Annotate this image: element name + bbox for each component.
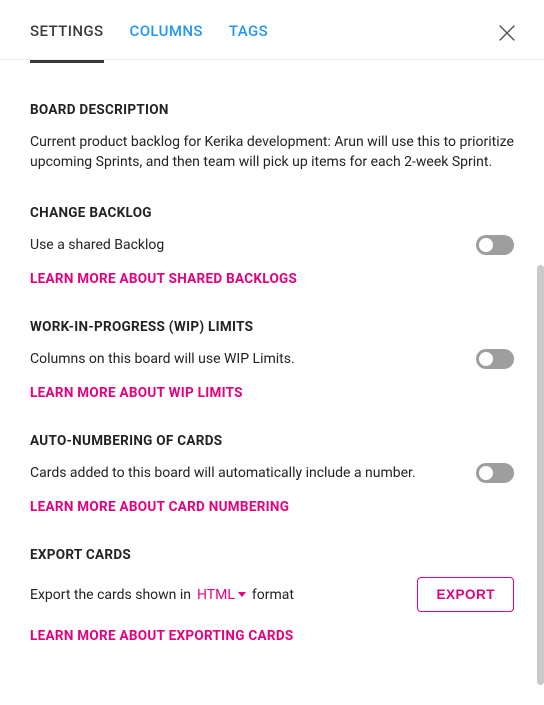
scrollbar-thumb[interactable] — [537, 265, 544, 685]
tab-columns[interactable]: COLUMNS — [130, 22, 203, 63]
shared-backlog-label: Use a shared Backlog — [30, 235, 460, 255]
export-format-row: Export the cards shown in HTML format — [30, 587, 294, 603]
close-button[interactable] — [496, 22, 518, 44]
chevron-down-icon — [238, 592, 246, 597]
wip-limits-toggle[interactable] — [476, 349, 514, 369]
section-wip-limits: WORK-IN-PROGRESS (WIP) LIMITS Columns on… — [30, 287, 514, 401]
panel-header: SETTINGS COLUMNS TAGS — [0, 0, 544, 60]
learn-more-wip-limits[interactable]: LEARN MORE ABOUT WIP LIMITS — [30, 385, 243, 401]
section-auto-numbering: AUTO-NUMBERING OF CARDS Cards added to t… — [30, 401, 514, 515]
section-export-cards: EXPORT CARDS Export the cards shown in H… — [30, 515, 514, 644]
section-title: AUTO-NUMBERING OF CARDS — [30, 433, 514, 449]
board-description-text: Current product backlog for Kerika devel… — [30, 132, 514, 173]
tab-settings[interactable]: SETTINGS — [30, 22, 104, 63]
auto-numbering-toggle[interactable] — [476, 463, 514, 483]
export-format-value: HTML — [197, 587, 235, 603]
section-change-backlog: CHANGE BACKLOG Use a shared Backlog LEAR… — [30, 173, 514, 287]
shared-backlog-toggle[interactable] — [476, 235, 514, 255]
section-title: BOARD DESCRIPTION — [30, 102, 514, 118]
learn-more-shared-backlogs[interactable]: LEARN MORE ABOUT SHARED BACKLOGS — [30, 271, 297, 287]
panel-content: BOARD DESCRIPTION Current product backlo… — [0, 60, 544, 705]
section-board-description: BOARD DESCRIPTION Current product backlo… — [30, 70, 514, 173]
section-title: WORK-IN-PROGRESS (WIP) LIMITS — [30, 319, 514, 335]
auto-numbering-label: Cards added to this board will automatic… — [30, 463, 460, 483]
section-title: EXPORT CARDS — [30, 547, 514, 563]
export-button[interactable]: EXPORT — [417, 577, 514, 612]
close-icon — [496, 22, 518, 44]
settings-panel: SETTINGS COLUMNS TAGS BOARD DESCRIPTION … — [0, 0, 544, 705]
section-title: CHANGE BACKLOG — [30, 205, 514, 221]
export-prefix-text: Export the cards shown in — [30, 587, 191, 603]
learn-more-exporting-cards[interactable]: LEARN MORE ABOUT EXPORTING CARDS — [30, 628, 294, 644]
export-format-select[interactable]: HTML — [197, 587, 246, 603]
learn-more-card-numbering[interactable]: LEARN MORE ABOUT CARD NUMBERING — [30, 499, 289, 515]
wip-limits-label: Columns on this board will use WIP Limit… — [30, 349, 460, 369]
tab-bar: SETTINGS COLUMNS TAGS — [30, 22, 268, 63]
export-suffix-text: format — [252, 587, 294, 603]
tab-tags[interactable]: TAGS — [229, 22, 268, 63]
